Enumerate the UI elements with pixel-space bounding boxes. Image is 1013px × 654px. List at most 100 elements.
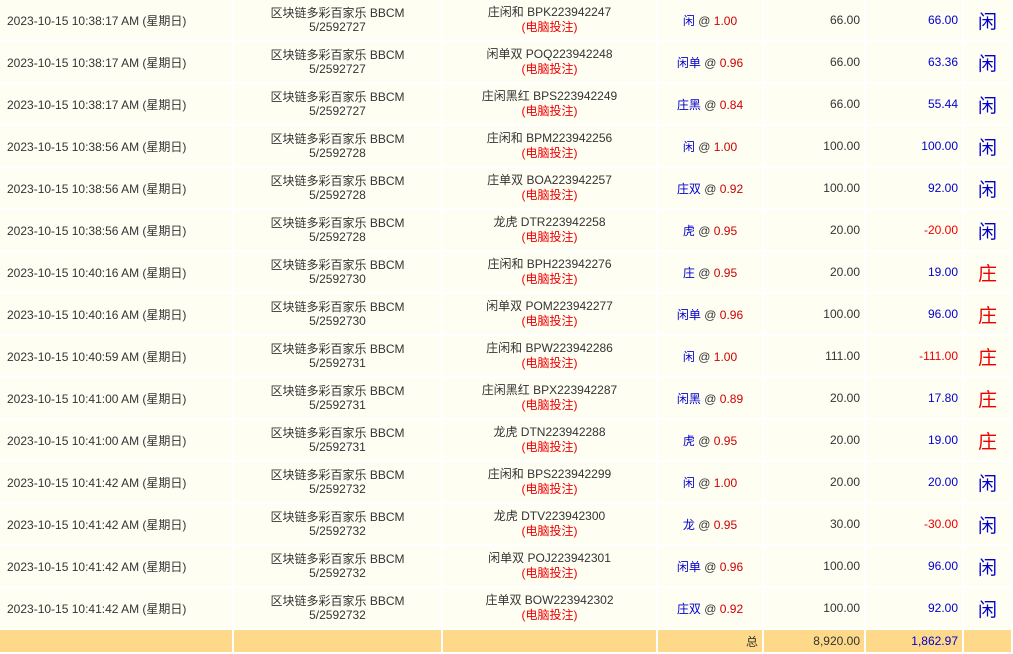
round-number: 5/2592727 <box>309 104 366 118</box>
round-number: 5/2592732 <box>309 524 366 538</box>
pick-odds-cell: 闲单 @ 0.96 <box>658 42 764 84</box>
table-row: 2023-10-15 10:41:00 AM (星期日) 区块链多彩百家乐 BBC… <box>0 420 1013 462</box>
game-name: 区块链多彩百家乐 BBCM <box>270 384 405 398</box>
bet-type-ref: 庄闲和 BPM223942256 <box>486 131 613 145</box>
bet-type-ref: 龙虎 DTV223942300 <box>493 509 606 523</box>
bet-pick: 闲 <box>682 475 695 490</box>
game-cell: 区块链多彩百家乐 BBCM 5/2592727 <box>234 42 443 84</box>
odds-separator: @ <box>704 559 717 574</box>
bet-time: 2023-10-15 10:38:17 AM (星期日) <box>0 84 234 126</box>
bet-time: 2023-10-15 10:41:00 AM (星期日) <box>0 420 234 462</box>
bet-source: (电脑投注) <box>521 146 578 160</box>
pick-odds-cell: 闲 @ 1.00 <box>658 126 764 168</box>
bet-ref-cell: 庄闲和 BPM223942256 (电脑投注) <box>443 126 658 168</box>
total-spacer <box>964 630 1013 652</box>
game-name: 区块链多彩百家乐 BBCM <box>270 132 405 146</box>
bet-time: 2023-10-15 10:38:56 AM (星期日) <box>0 168 234 210</box>
round-number: 5/2592730 <box>309 272 366 286</box>
odds-separator: @ <box>698 223 711 238</box>
pick-odds-cell: 闲单 @ 0.96 <box>658 546 764 588</box>
table-row: 2023-10-15 10:40:16 AM (星期日) 区块链多彩百家乐 BBC… <box>0 294 1013 336</box>
bet-source: (电脑投注) <box>521 62 578 76</box>
result-badge: 闲 <box>964 84 1013 126</box>
game-cell: 区块链多彩百家乐 BBCM 5/2592732 <box>234 462 443 504</box>
pick-odds-cell: 庄双 @ 0.92 <box>658 588 764 630</box>
table-row: 2023-10-15 10:41:42 AM (星期日) 区块链多彩百家乐 BBC… <box>0 546 1013 588</box>
game-cell: 区块链多彩百家乐 BBCM 5/2592731 <box>234 336 443 378</box>
game-cell: 区块链多彩百家乐 BBCM 5/2592730 <box>234 252 443 294</box>
odds-separator: @ <box>704 391 717 406</box>
table-row: 2023-10-15 10:38:56 AM (星期日) 区块链多彩百家乐 BBC… <box>0 210 1013 252</box>
bet-pick: 龙 <box>682 517 695 532</box>
pick-odds-cell: 庄黑 @ 0.84 <box>658 84 764 126</box>
bet-amount: 30.00 <box>764 504 866 546</box>
win-loss: 96.00 <box>866 294 964 336</box>
pick-odds-cell: 闲 @ 1.00 <box>658 462 764 504</box>
game-cell: 区块链多彩百家乐 BBCM 5/2592728 <box>234 126 443 168</box>
table-row: 2023-10-15 10:40:59 AM (星期日) 区块链多彩百家乐 BBC… <box>0 336 1013 378</box>
pick-odds-cell: 闲黑 @ 0.89 <box>658 378 764 420</box>
total-amount: 8,920.00 <box>764 630 866 652</box>
bet-type-ref: 庄闲和 BPW223942286 <box>486 341 613 355</box>
pick-odds-cell: 闲单 @ 0.96 <box>658 294 764 336</box>
bet-time: 2023-10-15 10:41:42 AM (星期日) <box>0 588 234 630</box>
bet-type-ref: 闲单双 POQ223942248 <box>486 47 613 61</box>
bet-time: 2023-10-15 10:41:42 AM (星期日) <box>0 546 234 588</box>
bet-ref-cell: 庄闲和 BPW223942286 (电脑投注) <box>443 336 658 378</box>
odds-separator: @ <box>698 139 711 154</box>
bet-odds: 1.00 <box>713 349 738 364</box>
result-badge: 闲 <box>964 546 1013 588</box>
game-name: 区块链多彩百家乐 BBCM <box>270 468 405 482</box>
total-spacer <box>443 630 658 652</box>
bet-source: (电脑投注) <box>521 524 578 538</box>
pick-odds-cell: 庄 @ 0.95 <box>658 252 764 294</box>
pick-odds-cell: 虎 @ 0.95 <box>658 210 764 252</box>
result-badge: 闲 <box>964 462 1013 504</box>
bet-time: 2023-10-15 10:38:17 AM (星期日) <box>0 42 234 84</box>
total-win: 1,862.97 <box>866 630 964 652</box>
win-loss: 17.80 <box>866 378 964 420</box>
bet-time: 2023-10-15 10:40:59 AM (星期日) <box>0 336 234 378</box>
game-name: 区块链多彩百家乐 BBCM <box>270 426 405 440</box>
game-name: 区块链多彩百家乐 BBCM <box>270 90 405 104</box>
bet-type-ref: 闲单双 POJ223942301 <box>488 551 611 565</box>
bet-pick: 虎 <box>682 433 695 448</box>
result-badge: 闲 <box>964 504 1013 546</box>
round-number: 5/2592732 <box>309 566 366 580</box>
win-loss: 20.00 <box>866 462 964 504</box>
bet-type-ref: 龙虎 DTN223942288 <box>493 425 606 439</box>
game-name: 区块链多彩百家乐 BBCM <box>270 342 405 356</box>
game-cell: 区块链多彩百家乐 BBCM 5/2592728 <box>234 210 443 252</box>
pick-odds-cell: 闲 @ 1.00 <box>658 336 764 378</box>
bet-pick: 庄 <box>682 265 695 280</box>
bet-rows: 2023-10-15 10:38:17 AM (星期日) 区块链多彩百家乐 BBC… <box>0 0 1013 630</box>
game-name: 区块链多彩百家乐 BBCM <box>270 6 405 20</box>
bet-type-ref: 闲单双 POM223942277 <box>486 299 613 313</box>
bet-ref-cell: 闲单双 POQ223942248 (电脑投注) <box>443 42 658 84</box>
bet-time: 2023-10-15 10:41:42 AM (星期日) <box>0 462 234 504</box>
pick-odds-cell: 庄双 @ 0.92 <box>658 168 764 210</box>
pick-odds-cell: 虎 @ 0.95 <box>658 420 764 462</box>
bet-amount: 20.00 <box>764 462 866 504</box>
result-badge: 闲 <box>964 0 1013 42</box>
table-row: 2023-10-15 10:38:17 AM (星期日) 区块链多彩百家乐 BBC… <box>0 84 1013 126</box>
round-number: 5/2592727 <box>309 62 366 76</box>
bet-history-table: 2023-10-15 10:38:17 AM (星期日) 区块链多彩百家乐 BBC… <box>0 0 1013 652</box>
bet-ref-cell: 庄单双 BOW223942302 (电脑投注) <box>443 588 658 630</box>
game-cell: 区块链多彩百家乐 BBCM 5/2592731 <box>234 420 443 462</box>
game-cell: 区块链多彩百家乐 BBCM 5/2592731 <box>234 378 443 420</box>
bet-amount: 100.00 <box>764 168 866 210</box>
game-cell: 区块链多彩百家乐 BBCM 5/2592727 <box>234 0 443 42</box>
result-badge: 闲 <box>964 210 1013 252</box>
bet-source: (电脑投注) <box>521 20 578 34</box>
bet-type-ref: 庄闲黑红 BPS223942249 <box>481 89 618 103</box>
bet-pick: 闲 <box>682 139 695 154</box>
bet-ref-cell: 闲单双 POM223942277 (电脑投注) <box>443 294 658 336</box>
win-loss: 100.00 <box>866 126 964 168</box>
win-loss: -111.00 <box>866 336 964 378</box>
game-name: 区块链多彩百家乐 BBCM <box>270 216 405 230</box>
bet-source: (电脑投注) <box>521 398 578 412</box>
bet-amount: 100.00 <box>764 294 866 336</box>
odds-separator: @ <box>698 349 711 364</box>
bet-amount: 20.00 <box>764 252 866 294</box>
